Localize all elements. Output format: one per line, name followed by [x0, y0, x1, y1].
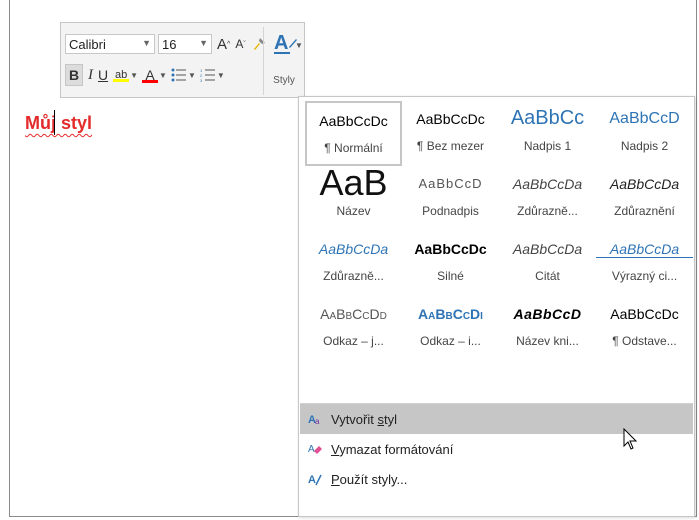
- chevron-down-icon[interactable]: ▼: [188, 71, 196, 80]
- clear-formatting-icon: A: [308, 444, 322, 455]
- chevron-down-icon[interactable]: ▼: [142, 38, 151, 48]
- svg-text:A: A: [308, 474, 316, 486]
- style-gallery-item[interactable]: AaBbCcDc Silné: [402, 231, 499, 296]
- chevron-down-icon[interactable]: ▼: [199, 38, 208, 48]
- style-sample: AaBbCcDa: [318, 241, 389, 257]
- styles-grid: AaBbCcDc ¶ Normální AaBbCcDc ¶ Bez mezer AaB…: [305, 101, 693, 361]
- svg-text:3: 3: [200, 78, 203, 82]
- mini-toolbar: Calibri ▼ 16 ▼ A ^ Aˇ B I U ab ▼ A ▼ ▼ 1…: [60, 22, 305, 98]
- style-name: Odkaz – j...: [323, 334, 384, 348]
- style-sample: AaBbCcD: [418, 176, 483, 191]
- apply-styles-icon: A: [308, 474, 322, 486]
- style-gallery-item[interactable]: AaBbCcD Název kni...: [499, 296, 596, 361]
- style-name: Citát: [535, 269, 560, 283]
- style-gallery-item[interactable]: AaBbCcDa Zdůrazně...: [499, 166, 596, 231]
- style-sample: AaBbCcDa: [512, 241, 583, 257]
- chevron-down-icon[interactable]: ▼: [295, 41, 303, 50]
- style-gallery-item[interactable]: AaBbCcDc ¶ Odstave...: [596, 296, 693, 361]
- svg-text:a: a: [315, 417, 320, 426]
- style-gallery-item[interactable]: AaBbCcDc ¶ Normální: [305, 101, 402, 166]
- style-name: Zdůrazně...: [517, 204, 578, 218]
- style-name: Odkaz – i...: [420, 334, 481, 348]
- style-name: ¶ Normální: [324, 141, 383, 155]
- style-sample: AaBbCc: [510, 107, 585, 129]
- chevron-down-icon[interactable]: ▼: [130, 71, 138, 80]
- style-sample: AaBbCcDd: [320, 306, 387, 322]
- style-sample: AaBbCcDc: [610, 306, 679, 322]
- style-name: Výrazný ci...: [611, 269, 678, 283]
- mouse-pointer-icon: [623, 428, 638, 450]
- style-gallery-item[interactable]: AaB Název: [305, 166, 402, 231]
- style-sample: AaBbCcDi: [418, 306, 483, 322]
- style-sample: AaBbCcDa: [596, 241, 693, 258]
- font-size-value: 16: [162, 36, 177, 52]
- font-size-combo[interactable]: 16 ▼: [158, 34, 212, 54]
- style-gallery-item[interactable]: AaBbCcDa Citát: [499, 231, 596, 296]
- style-sample: AaBbCcD: [609, 110, 680, 127]
- grow-font-icon[interactable]: A ^: [217, 33, 230, 55]
- style-name: Zdůrazně...: [323, 269, 384, 283]
- style-sample: AaBbCcDc: [416, 111, 485, 127]
- style-sample: AaB: [319, 166, 388, 203]
- highlight-button[interactable]: ab: [113, 64, 130, 86]
- underline-button[interactable]: U: [98, 64, 108, 86]
- font-name-value: Calibri: [69, 36, 106, 52]
- style-sample: AaBbCcDa: [609, 176, 680, 192]
- style-gallery-item[interactable]: AaBbCcD Nadpis 2: [596, 101, 693, 166]
- apply-styles-label: Použít styly...: [331, 471, 408, 487]
- style-name: Název kni...: [516, 334, 579, 348]
- font-name-combo[interactable]: Calibri ▼: [65, 34, 155, 54]
- highlight-color-bar: [113, 78, 130, 82]
- styles-button[interactable]: A ▼ Styly: [263, 27, 304, 95]
- style-gallery-item[interactable]: AaBbCcD Podnadpis: [402, 166, 499, 231]
- italic-button[interactable]: I: [88, 64, 93, 86]
- text-cursor: [54, 110, 55, 135]
- font-color-button[interactable]: A: [142, 64, 159, 86]
- document-text[interactable]: Můj styl: [25, 113, 92, 134]
- style-gallery-item[interactable]: AaBbCcDa Zdůrazně...: [305, 231, 402, 296]
- styles-gallery: AaBbCcDc ¶ Normální AaBbCcDc ¶ Bez mezer AaB…: [298, 96, 695, 517]
- style-name: Nadpis 2: [620, 139, 669, 153]
- svg-text:A: A: [274, 32, 288, 54]
- bullets-icon[interactable]: [171, 64, 187, 86]
- shrink-font-icon[interactable]: Aˇ: [235, 33, 245, 55]
- style-name: Nadpis 1: [523, 139, 572, 153]
- font-color-bar: [142, 79, 159, 83]
- style-name: Silné: [437, 269, 464, 283]
- apply-styles-item[interactable]: A Použít styly...: [300, 464, 693, 494]
- create-style-label: Vytvořit styl: [331, 411, 397, 427]
- mini-toolbar-row-1: Calibri ▼ 16 ▼ A ^ Aˇ: [65, 29, 272, 59]
- style-name: Podnadpis: [422, 204, 479, 218]
- style-sample: AaBbCcDa: [512, 176, 583, 192]
- svg-text:A: A: [308, 444, 315, 455]
- style-name: ¶ Bez mezer: [416, 139, 485, 153]
- bold-button[interactable]: B: [65, 64, 83, 86]
- create-style-icon: Aa: [308, 414, 320, 426]
- style-gallery-item[interactable]: AaBbCcDa Zdůraznění: [596, 166, 693, 231]
- chevron-down-icon[interactable]: ▼: [159, 71, 167, 80]
- clear-formatting-label: Vymazat formátování: [331, 441, 454, 457]
- style-sample: AaBbCcDc: [414, 241, 487, 257]
- chevron-down-icon[interactable]: ▼: [217, 71, 225, 80]
- styles-label: Styly: [273, 75, 295, 86]
- style-name: Zdůraznění: [614, 204, 675, 218]
- numbering-icon[interactable]: 123: [200, 64, 216, 86]
- style-name: Název: [336, 204, 371, 218]
- style-sample: AaBbCcDc: [319, 113, 388, 129]
- style-gallery-item[interactable]: AaBbCc Nadpis 1: [499, 101, 596, 166]
- style-gallery-item[interactable]: AaBbCcDi Odkaz – i...: [402, 296, 499, 361]
- style-sample: AaBbCcD: [513, 306, 582, 322]
- style-gallery-item[interactable]: AaBbCcDd Odkaz – j...: [305, 296, 402, 361]
- style-gallery-item[interactable]: AaBbCcDa Výrazný ci...: [596, 231, 693, 296]
- style-name: ¶ Odstave...: [612, 334, 677, 348]
- style-gallery-item[interactable]: AaBbCcDc ¶ Bez mezer: [402, 101, 499, 166]
- mini-toolbar-row-2: B I U ab ▼ A ▼ ▼ 123 ▼: [65, 60, 225, 90]
